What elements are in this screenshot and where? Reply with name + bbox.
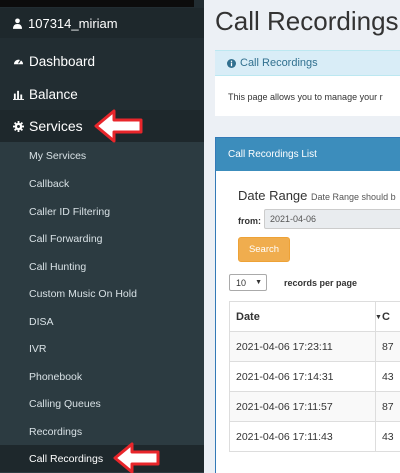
submenu-item-call-recordings[interactable]: Call Recordings (0, 445, 204, 472)
top-bar (0, 0, 194, 7)
submenu-item-callback[interactable]: Callback (0, 170, 204, 197)
cell-date: 2021-04-06 17:14:31 (229, 361, 376, 392)
submenu-item-phonebook[interactable]: Phonebook (0, 363, 204, 390)
sort-icon: ▼ (375, 314, 382, 321)
submenu-item-my-services[interactable]: My Services (0, 142, 204, 169)
info-panel-title: Call Recordings (240, 57, 318, 69)
chevron-down-icon: ▼ (255, 279, 262, 286)
cell-c: 43 (374, 361, 400, 392)
info-panel-text: This page allows you to manage your r (228, 92, 383, 102)
cell-date: 2021-04-06 17:11:43 (229, 421, 376, 452)
column-header-date[interactable]: Date ▼ (229, 301, 382, 332)
submenu-item-call-hunting[interactable]: Call Hunting (0, 253, 204, 280)
submenu-item-calling-queues[interactable]: Calling Queues (0, 390, 204, 417)
dashboard-icon (13, 58, 24, 64)
recordings-table: Date ▼ C 2021-04-06 17:23:11 87 2021-04-… (229, 301, 400, 452)
user-panel[interactable]: 107314_miriam (0, 8, 204, 38)
cell-date: 2021-04-06 17:23:11 (229, 331, 376, 362)
services-submenu: My Services Callback Caller ID Filtering… (0, 142, 204, 473)
date-range-hint: Date Range should b (311, 192, 396, 202)
info-panel: Call Recordings This page allows you to … (215, 50, 400, 116)
sidebar-item-label: Dashboard (29, 53, 96, 69)
sidebar-item-label: Balance (29, 86, 78, 102)
pointer-arrow-icon (113, 442, 160, 473)
table-header-row: Date ▼ C (229, 301, 400, 332)
info-panel-header: Call Recordings (215, 51, 400, 76)
submenu-item-caller-id-filtering[interactable]: Caller ID Filtering (0, 198, 204, 225)
submenu-item-recordings[interactable]: Recordings (0, 418, 204, 445)
date-range-label: Date Range (238, 188, 308, 203)
gear-icon (13, 120, 24, 132)
pointer-arrow-icon (94, 109, 143, 143)
submenu-item-call-forwarding[interactable]: Call Forwarding (0, 225, 204, 252)
sidebar-item-balance[interactable]: Balance (0, 78, 204, 110)
records-per-page-value: 10 (236, 277, 247, 288)
table-row[interactable]: 2021-04-06 17:11:43 43 (229, 421, 400, 452)
cell-c: 87 (374, 331, 400, 362)
bar-chart-icon (13, 90, 24, 100)
cell-c: 43 (374, 421, 400, 452)
sidebar-item-dashboard[interactable]: Dashboard (0, 45, 204, 77)
sidebar-item-label: Services (29, 118, 83, 134)
submenu-item-disa[interactable]: DISA (0, 308, 204, 335)
main-content: Call Recordings Call Recordings This pag… (204, 0, 400, 473)
cell-c: 87 (374, 391, 400, 422)
recordings-list-header: Call Recordings List (216, 138, 400, 171)
submenu-item-ivr[interactable]: IVR (0, 335, 204, 362)
records-per-page-label: records per page (284, 278, 358, 288)
table-row[interactable]: 2021-04-06 17:14:31 43 (229, 361, 400, 392)
cell-date: 2021-04-06 17:11:57 (229, 391, 376, 422)
info-icon (227, 58, 236, 68)
from-label: from: (238, 216, 261, 226)
submenu-item-custom-music-on-hold[interactable]: Custom Music On Hold (0, 280, 204, 307)
page-title: Call Recordings (215, 6, 399, 36)
table-row[interactable]: 2021-04-06 17:23:11 87 (229, 331, 400, 362)
date-range-title: Date Range Date Range should b (238, 188, 396, 203)
recordings-list-panel: Call Recordings List Date Range Date Ran… (215, 137, 400, 473)
from-date-input[interactable]: 2021-04-06 (264, 209, 400, 229)
records-per-page-select[interactable]: 10 ▼ (229, 274, 267, 291)
sidebar: 107314_miriam Dashboard Balance Services… (0, 0, 204, 473)
search-button[interactable]: Search (238, 237, 290, 262)
username: 107314_miriam (28, 15, 118, 31)
table-row[interactable]: 2021-04-06 17:11:57 87 (229, 391, 400, 422)
user-icon (13, 17, 22, 29)
